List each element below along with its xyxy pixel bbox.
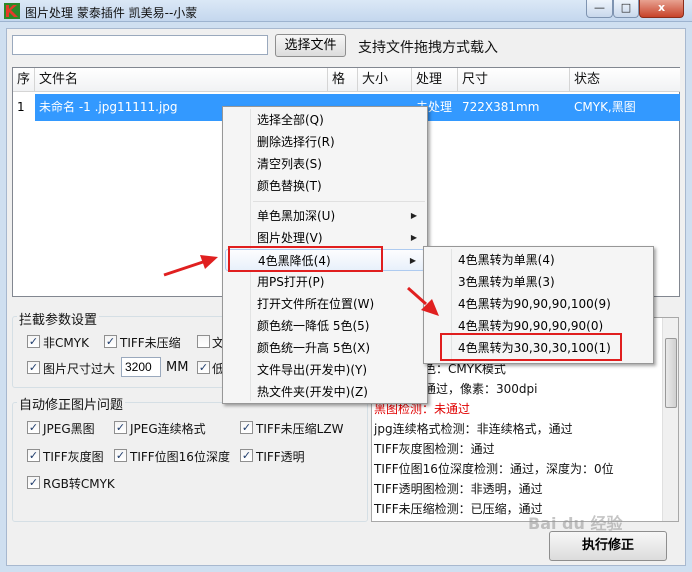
menu-item-clear-list[interactable]: 清空列表(S) (225, 153, 425, 175)
maximize-button[interactable]: □ (613, 0, 639, 18)
jpeg-progressive-label: JPEG连续格式 (130, 422, 206, 436)
log-line: TIFF未压缩检测：已压缩，通过 (374, 502, 543, 516)
menu-item-label: 图片处理(V) (257, 231, 323, 245)
log-scrollbar[interactable] (662, 318, 678, 521)
menu-item-label: 颜色统一降低 5色(5) (257, 319, 370, 333)
jpeg-black-label: JPEG黑图 (43, 422, 95, 436)
submenu-arrow-icon: ▶ (410, 233, 417, 242)
watermark-text: Bai du 经验 (528, 514, 623, 533)
run-fix-button[interactable]: 执行修正 (549, 531, 667, 561)
tiff-transparent-checkbox[interactable]: ✓ (240, 449, 253, 462)
window-title: 图片处理 蒙泰插件 凯美易--小蒙 (25, 6, 198, 20)
menu-item-label: 打开文件所在位置(W) (257, 297, 375, 311)
menu-item-label: 4色黑转为90,90,90,90(0) (458, 319, 604, 333)
drag-hint: 支持文件拖拽方式载入 (358, 40, 498, 56)
non-cmyk-label: 非CMYK (43, 336, 89, 350)
submenu-arrow-icon: ▶ (410, 211, 417, 220)
cell-dimensions: 722X381mm (462, 100, 540, 114)
submenu-item-to-single-black-4[interactable]: 4色黑转为单黑(4) (426, 249, 651, 271)
tiff-lzw-label: TIFF未压缩LZW (256, 422, 344, 436)
menu-item-label: 用PS打开(P) (257, 275, 325, 289)
tiff-transparent-label: TIFF透明 (256, 450, 305, 464)
menu-item-label: 颜色替换(T) (257, 179, 322, 193)
log-line: jpg连续格式检测：非连续格式，通过 (374, 422, 573, 436)
non-cmyk-checkbox[interactable]: ✓ (27, 335, 40, 348)
intercept-settings-title: 拦截参数设置 (17, 309, 100, 328)
menu-item-label: 热文件夹(开发中)(Z) (257, 385, 368, 399)
log-line: TIFF灰度图检测：通过 (374, 442, 495, 456)
rgb-to-cmyk-label: RGB转CMYK (43, 477, 115, 491)
file-path-input[interactable] (12, 35, 268, 55)
column-header-dimensions[interactable]: 尺寸 (458, 68, 570, 92)
menu-item-hot-folder[interactable]: 热文件夹(开发中)(Z) (225, 381, 425, 403)
tiff-gray-checkbox[interactable]: ✓ (27, 449, 40, 462)
tiff-uncompressed-label: TIFF未压缩 (120, 336, 181, 350)
app-icon (4, 3, 20, 19)
cell-index: 1 (17, 100, 25, 114)
menu-item-label: 删除选择行(R) (257, 135, 335, 149)
column-header-size[interactable]: 大小 (358, 68, 412, 92)
size-too-large-checkbox[interactable]: ✓ (27, 361, 40, 374)
max-size-input[interactable] (121, 357, 161, 377)
column-header-index[interactable]: 序 (13, 68, 35, 92)
menu-item-label: 文件导出(开发中)(Y) (257, 363, 368, 377)
title-bar: 图片处理 蒙泰插件 凯美易--小蒙 — □ x (0, 0, 692, 22)
tiff-gray-label: TIFF灰度图 (43, 450, 104, 464)
unit-label: MM (166, 360, 189, 375)
menu-item-open-ps[interactable]: 用PS打开(P) (225, 271, 425, 293)
tiff-uncompressed-checkbox[interactable]: ✓ (104, 335, 117, 348)
menu-item-delete-rows[interactable]: 删除选择行(R) (225, 131, 425, 153)
submenu-arrow-icon: ▶ (409, 256, 416, 265)
minimize-button[interactable]: — (586, 0, 613, 18)
menu-item-label: 4色黑转为单黑(4) (458, 253, 555, 267)
menu-item-reduce-5[interactable]: 颜色统一降低 5色(5) (225, 315, 425, 337)
menu-item-open-location[interactable]: 打开文件所在位置(W) (225, 293, 425, 315)
log-line: TIFF透明图检测：非透明，通过 (374, 482, 543, 496)
column-header-filename[interactable]: 文件名 (35, 68, 328, 92)
tiff-lzw-checkbox[interactable]: ✓ (240, 421, 253, 434)
menu-separator (253, 201, 425, 202)
submenu-item-to-single-black-3[interactable]: 3色黑转为单黑(3) (426, 271, 651, 293)
highlight-box-menu (228, 246, 383, 272)
rgb-to-cmyk-checkbox[interactable]: ✓ (27, 476, 40, 489)
menu-item-select-all[interactable]: 选择全部(Q) (225, 109, 425, 131)
low-option-checkbox[interactable]: ✓ (197, 361, 210, 374)
choose-file-button[interactable]: 选择文件 (275, 34, 346, 57)
jpeg-progressive-checkbox[interactable]: ✓ (114, 421, 127, 434)
tiff-16bit-label: TIFF位图16位深度 (130, 450, 230, 464)
highlight-box-submenu (440, 333, 622, 361)
column-header-process[interactable]: 处理 (412, 68, 458, 92)
third-option-checkbox[interactable] (197, 335, 210, 348)
autofix-title: 自动修正图片问题 (17, 394, 126, 413)
menu-item-label: 4色黑转为90,90,90,100(9) (458, 297, 611, 311)
log-line: TIFF位图16位深度检测：通过，深度为：0位 (374, 462, 614, 476)
column-header-status[interactable]: 状态 (570, 68, 680, 92)
menu-item-export[interactable]: 文件导出(开发中)(Y) (225, 359, 425, 381)
close-button[interactable]: x (639, 0, 684, 18)
jpeg-black-checkbox[interactable]: ✓ (27, 421, 40, 434)
size-too-large-label: 图片尺寸过大 (43, 362, 116, 376)
menu-item-increase-5[interactable]: 颜色统一升高 5色(X) (225, 337, 425, 359)
tiff-16bit-checkbox[interactable]: ✓ (114, 449, 127, 462)
menu-item-label: 清空列表(S) (257, 157, 322, 171)
menu-item-color-replace[interactable]: 颜色替换(T) (225, 175, 425, 197)
menu-item-label: 单色黑加深(U) (257, 209, 336, 223)
column-header-format[interactable]: 格式 (328, 68, 358, 111)
menu-item-label: 颜色统一升高 5色(X) (257, 341, 371, 355)
menu-item-label: 3色黑转为单黑(3) (458, 275, 555, 289)
submenu-item-90-90-90-100[interactable]: 4色黑转为90,90,90,100(9) (426, 293, 651, 315)
menu-item-label: 选择全部(Q) (257, 113, 324, 127)
menu-item-deepen-black[interactable]: 单色黑加深(U) ▶ (225, 205, 425, 227)
log-scrollbar-thumb[interactable] (665, 338, 677, 408)
cell-status: CMYK,黑图 (574, 100, 636, 114)
